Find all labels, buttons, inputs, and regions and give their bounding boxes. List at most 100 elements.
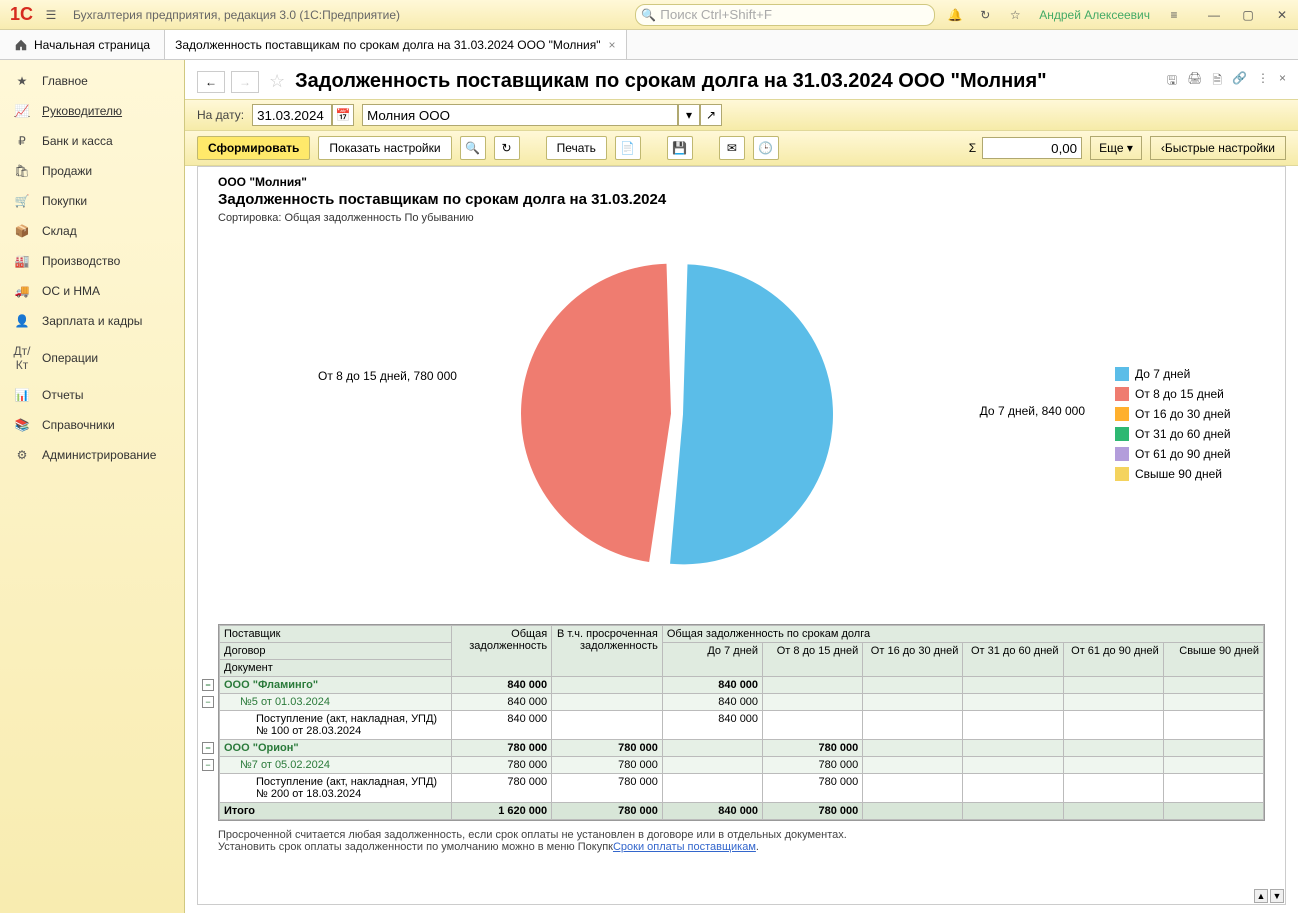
cell-b1: 840 000 <box>662 677 762 694</box>
th-contract: Договор <box>220 643 452 660</box>
report-table: Поставщик Общая задолженность В т.ч. про… <box>218 624 1265 821</box>
table-row[interactable]: Поступление (акт, накладная, УПД) № 200 … <box>220 774 1264 803</box>
scroll-up-icon[interactable]: ▲ <box>1254 889 1268 903</box>
table-row[interactable]: −№5 от 01.03.2024840 000840 000 <box>220 694 1264 711</box>
sidebar-item-1[interactable]: 📈Руководителю <box>0 96 184 126</box>
th-b3: От 16 до 30 дней <box>863 643 963 677</box>
more-vertical-icon[interactable]: ⋮ <box>1257 71 1269 92</box>
user-menu-icon[interactable]: ≡ <box>1162 3 1186 27</box>
open-org-icon[interactable]: ↗ <box>700 104 722 126</box>
export-icon[interactable]: 📄 <box>615 136 641 160</box>
th-b6: Свыше 90 дней <box>1163 643 1263 677</box>
generate-button[interactable]: Сформировать <box>197 136 310 160</box>
print-icon[interactable]: 🖨 <box>1187 71 1202 92</box>
sidebar-item-11[interactable]: 📚Справочники <box>0 410 184 440</box>
main-menu-icon[interactable]: ☰ <box>39 3 63 27</box>
nav-back-button[interactable]: ← <box>197 71 225 93</box>
tab-home[interactable]: Начальная страница <box>0 30 165 59</box>
maximize-icon[interactable]: ▢ <box>1236 3 1260 27</box>
payment-terms-link[interactable]: Сроки оплаты поставщикам <box>613 841 756 853</box>
th-total: Общая задолженность <box>451 626 551 677</box>
tab-report-label: Задолженность поставщикам по срокам долг… <box>175 38 600 52</box>
cell-overdue <box>552 694 663 711</box>
sidebar-item-2[interactable]: ₽Банк и касса <box>0 126 184 156</box>
slice-label-1: До 7 дней, 840 000 <box>980 404 1085 418</box>
cell-overdue <box>552 677 663 694</box>
sidebar-item-5[interactable]: 📦Склад <box>0 216 184 246</box>
minimize-icon[interactable]: — <box>1202 3 1226 27</box>
current-user[interactable]: Андрей Алексеевич <box>1039 8 1150 22</box>
more-button[interactable]: Еще ▾ <box>1090 136 1142 160</box>
star-icon[interactable]: ☆ <box>1003 3 1027 27</box>
legend-swatch <box>1115 467 1129 481</box>
cell-b6 <box>1163 694 1263 711</box>
sidebar-item-3[interactable]: 🛍Продажи <box>0 156 184 186</box>
link-icon[interactable]: 🔗 <box>1232 71 1247 92</box>
show-settings-button[interactable]: Показать настройки <box>318 136 451 160</box>
tree-toggle-icon[interactable]: − <box>202 679 214 691</box>
cell-name: Поступление (акт, накладная, УПД) № 100 … <box>220 711 452 740</box>
cell-overdue: 780 000 <box>552 757 663 774</box>
bell-icon[interactable]: 🔔 <box>943 3 967 27</box>
organization-input[interactable] <box>362 104 678 126</box>
th-b2: От 8 до 15 дней <box>763 643 863 677</box>
save-icon[interactable]: 🖫 <box>1167 71 1177 92</box>
tree-toggle-icon[interactable]: − <box>202 696 214 708</box>
table-row[interactable]: −ООО "Орион"780 000780 000780 000 <box>220 740 1264 757</box>
table-row[interactable]: Поступление (акт, накладная, УПД) № 100 … <box>220 711 1264 740</box>
close-report-icon[interactable]: × <box>1279 71 1286 92</box>
sidebar-item-6[interactable]: 🏭Производство <box>0 246 184 276</box>
table-row[interactable]: −№7 от 05.02.2024780 000780 000780 000 <box>220 757 1264 774</box>
cell-b5 <box>1063 740 1163 757</box>
tree-toggle-icon[interactable]: − <box>202 759 214 771</box>
sidebar-icon-dtkt: Дт/Кт <box>12 344 32 372</box>
sidebar-item-10[interactable]: 📊Отчеты <box>0 380 184 410</box>
date-input[interactable] <box>252 104 332 126</box>
global-search-input[interactable] <box>635 4 935 26</box>
cell-b2 <box>763 694 863 711</box>
tab-close-icon[interactable]: × <box>609 38 616 52</box>
sidebar-icon-box: 📦 <box>12 224 32 238</box>
legend-swatch <box>1115 427 1129 441</box>
cell-b4 <box>963 694 1063 711</box>
sum-input[interactable] <box>982 137 1082 159</box>
legend-label: От 61 до 90 дней <box>1135 447 1231 461</box>
dropdown-icon[interactable]: ▾ <box>678 104 700 126</box>
table-row[interactable]: −ООО "Фламинго"840 000840 000 <box>220 677 1264 694</box>
cell-b3 <box>863 757 963 774</box>
sidebar-item-8[interactable]: 👤Зарплата и кадры <box>0 306 184 336</box>
report-body[interactable]: ООО "Молния" Задолженность поставщикам п… <box>197 166 1286 905</box>
sidebar-label: Зарплата и кадры <box>42 314 142 328</box>
print-button[interactable]: Печать <box>546 136 607 160</box>
sidebar-item-0[interactable]: ★Главное <box>0 66 184 96</box>
refresh-icon[interactable]: ↻ <box>494 136 520 160</box>
cell-b4 <box>963 677 1063 694</box>
quick-settings-button[interactable]: ‹ Быстрые настройки <box>1150 136 1286 160</box>
tree-toggle-icon[interactable]: − <box>202 742 214 754</box>
schedule-icon[interactable]: 🕒 <box>753 136 779 160</box>
find-icon[interactable]: 🔍 <box>460 136 486 160</box>
cell-b4 <box>963 774 1063 803</box>
cell-b6 <box>1163 740 1263 757</box>
cell-b3 <box>863 774 963 803</box>
sidebar-icon-gear: ⚙ <box>12 448 32 462</box>
cell-total: 840 000 <box>451 677 551 694</box>
history-icon[interactable]: ↻ <box>973 3 997 27</box>
sidebar-item-7[interactable]: 🚚ОС и НМА <box>0 276 184 306</box>
calendar-icon[interactable]: 📅 <box>332 104 354 126</box>
nav-forward-button[interactable]: → <box>231 71 259 93</box>
table-total-row: Итого1 620 000780 000840 000780 000 <box>220 803 1264 820</box>
tab-report[interactable]: Задолженность поставщикам по срокам долг… <box>165 30 626 59</box>
sidebar-label: Главное <box>42 74 88 88</box>
favorite-star-icon[interactable]: ☆ <box>269 71 285 92</box>
scroll-down-icon[interactable]: ▼ <box>1270 889 1284 903</box>
sidebar-item-9[interactable]: Дт/КтОперации <box>0 336 184 380</box>
sidebar-item-4[interactable]: 🛒Покупки <box>0 186 184 216</box>
sidebar-item-12[interactable]: ⚙Администрирование <box>0 440 184 470</box>
preview-icon[interactable]: 🗎 <box>1212 71 1222 92</box>
email-icon[interactable]: ✉ <box>719 136 745 160</box>
save-disk-icon[interactable]: 💾 <box>667 136 693 160</box>
close-icon[interactable]: ✕ <box>1270 3 1294 27</box>
legend-swatch <box>1115 387 1129 401</box>
cell-b1 <box>662 774 762 803</box>
